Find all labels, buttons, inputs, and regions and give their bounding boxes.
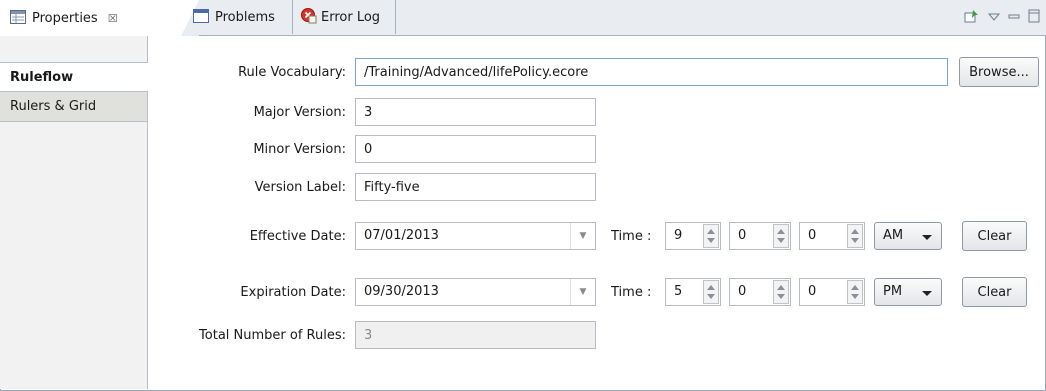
expiration-clear-button[interactable]: Clear (962, 277, 1027, 307)
major-version-input[interactable] (355, 98, 596, 126)
rule-vocabulary-label: Rule Vocabulary: (238, 65, 346, 80)
expiration-ampm-value: PM (883, 284, 903, 299)
expiration-time-label: Time : (611, 285, 652, 300)
dropdown-arrow-icon[interactable]: ▼ (570, 223, 595, 249)
minor-version-label: Minor Version: (253, 142, 346, 157)
tab-properties-label: Properties (32, 10, 98, 26)
tab-error-log-label: Error Log (321, 9, 381, 25)
tab-problems-label: Problems (215, 9, 275, 25)
expiration-minute-spinner[interactable]: 0 (729, 278, 791, 306)
tab-properties[interactable]: Properties ☒ (0, 0, 199, 36)
total-rules-label: Total Number of Rules: (199, 328, 346, 343)
effective-minute-spinner[interactable]: 0 (729, 222, 791, 250)
maximize-icon[interactable] (1028, 9, 1040, 26)
browse-button[interactable]: Browse... (959, 57, 1039, 87)
expiration-second-value: 0 (808, 284, 817, 299)
minor-version-input[interactable] (355, 135, 596, 163)
effective-minute-value: 0 (738, 228, 747, 243)
effective-date-label: Effective Date: (249, 229, 346, 244)
spinner-arrows-icon[interactable] (847, 224, 863, 248)
effective-date-value: 07/01/2013 (364, 228, 439, 243)
expiration-minute-value: 0 (738, 284, 747, 299)
effective-clear-button[interactable]: Clear (962, 221, 1027, 251)
total-rules-field (355, 321, 596, 349)
major-version-label: Major Version: (253, 105, 346, 120)
section-tab-rulers-grid[interactable]: Rulers & Grid (0, 92, 147, 122)
tab-error-log[interactable]: Error Log (292, 0, 396, 34)
close-icon[interactable]: ☒ (108, 12, 118, 25)
expiration-second-spinner[interactable]: 0 (799, 278, 865, 306)
effective-second-value: 0 (808, 228, 817, 243)
pin-icon[interactable] (964, 8, 980, 27)
spinner-arrows-icon[interactable] (703, 224, 719, 248)
minimize-icon[interactable] (1008, 11, 1020, 25)
expiration-ampm-select[interactable]: PM (874, 278, 942, 306)
effective-date-combo[interactable]: 07/01/2013 ▼ (355, 222, 596, 250)
effective-ampm-value: AM (883, 228, 904, 243)
dropdown-arrow-icon[interactable]: ▼ (570, 279, 595, 305)
expiration-hour-spinner[interactable]: 5 (665, 278, 721, 306)
effective-ampm-select[interactable]: AM (874, 222, 942, 250)
rule-vocabulary-input[interactable] (355, 58, 948, 86)
effective-time-label: Time : (611, 229, 652, 244)
spinner-arrows-icon[interactable] (773, 224, 789, 248)
effective-hour-value: 9 (674, 228, 683, 243)
caret-down-icon (922, 291, 932, 296)
view-toolbar (964, 8, 1040, 27)
section-tab-ruleflow[interactable]: Ruleflow (0, 62, 148, 92)
expiration-date-combo[interactable]: 09/30/2013 ▼ (355, 278, 596, 306)
expiration-date-label: Expiration Date: (240, 285, 346, 300)
effective-hour-spinner[interactable]: 9 (665, 222, 721, 250)
spinner-arrows-icon[interactable] (703, 280, 719, 304)
version-label-label: Version Label: (254, 180, 346, 195)
tab-problems[interactable]: Problems (181, 0, 291, 34)
version-label-input[interactable] (355, 173, 596, 201)
problems-icon (193, 8, 209, 26)
expiration-date-value: 09/30/2013 (364, 284, 439, 299)
effective-second-spinner[interactable]: 0 (799, 222, 865, 250)
properties-icon (10, 9, 26, 27)
error-log-icon (301, 7, 317, 27)
spinner-arrows-icon[interactable] (773, 280, 789, 304)
view-menu-icon[interactable] (987, 11, 1001, 25)
view-tab-bar: Properties ☒ Problems Error Log (0, 0, 1046, 36)
expiration-hour-value: 5 (674, 284, 683, 299)
spinner-arrows-icon[interactable] (847, 280, 863, 304)
section-tab-list: Ruleflow Rulers & Grid (0, 36, 148, 389)
caret-down-icon (922, 235, 932, 240)
